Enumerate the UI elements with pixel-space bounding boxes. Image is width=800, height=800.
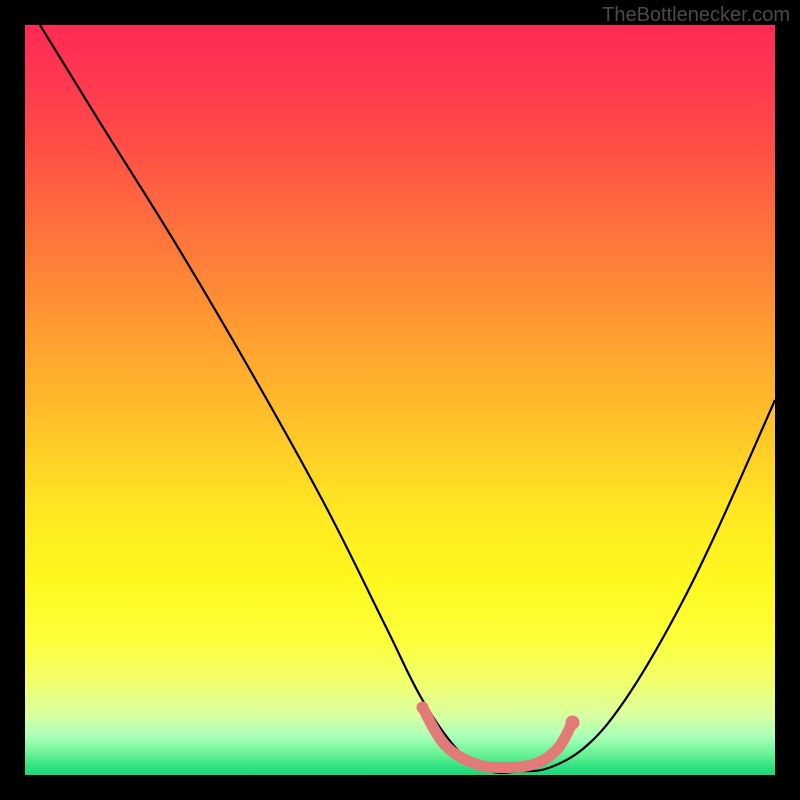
plot-area bbox=[25, 25, 775, 775]
optimal-range-highlight bbox=[423, 708, 573, 768]
highlight-start-dot bbox=[417, 702, 429, 714]
attribution-text: TheBottlenecker.com bbox=[602, 4, 790, 27]
highlight-end-dot bbox=[566, 716, 580, 730]
chart-svg bbox=[25, 25, 775, 775]
bottleneck-curve bbox=[40, 25, 775, 773]
